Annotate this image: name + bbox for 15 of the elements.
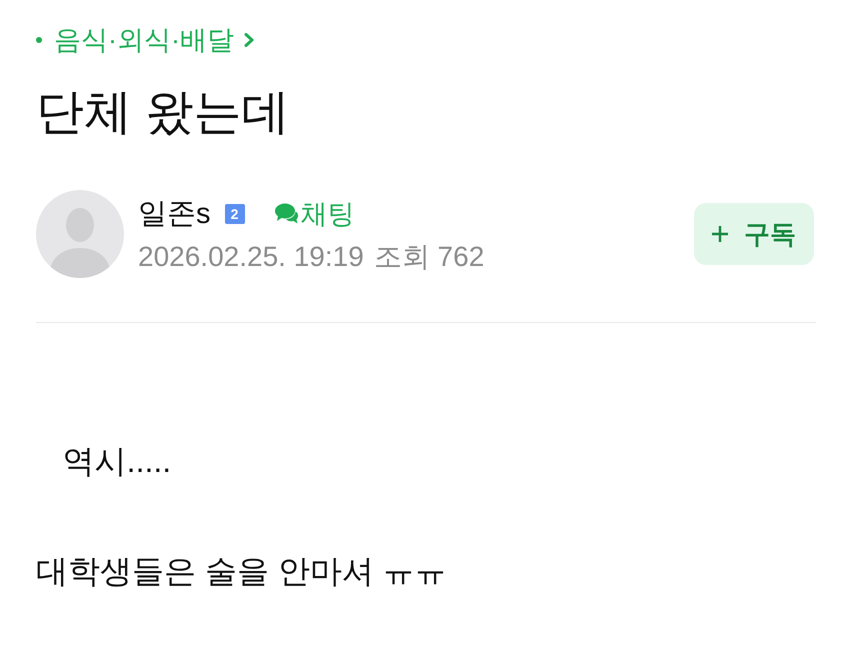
body-paragraph: 대학생들은 술을 안마셔 ㅠㅠ: [36, 552, 447, 591]
avatar-icon: [36, 190, 124, 278]
subscribe-button[interactable]: 구독: [694, 203, 814, 265]
chat-bubbles-icon: [274, 203, 298, 225]
level-badge: 2: [224, 204, 244, 224]
bullet-icon: [36, 37, 42, 43]
body-paragraph: 역시.....: [62, 442, 172, 481]
post-date: 2026.02.25. 19:19: [138, 243, 364, 271]
author-name[interactable]: 일존s: [138, 200, 210, 228]
plus-icon: [712, 226, 728, 242]
view-count: 조회 762: [374, 243, 484, 271]
category-link[interactable]: 음식·외식·배달: [54, 26, 234, 54]
chevron-right-icon[interactable]: [244, 33, 254, 47]
post-title: 단체 왔는데: [36, 85, 290, 141]
chat-link[interactable]: 채팅: [274, 200, 354, 228]
